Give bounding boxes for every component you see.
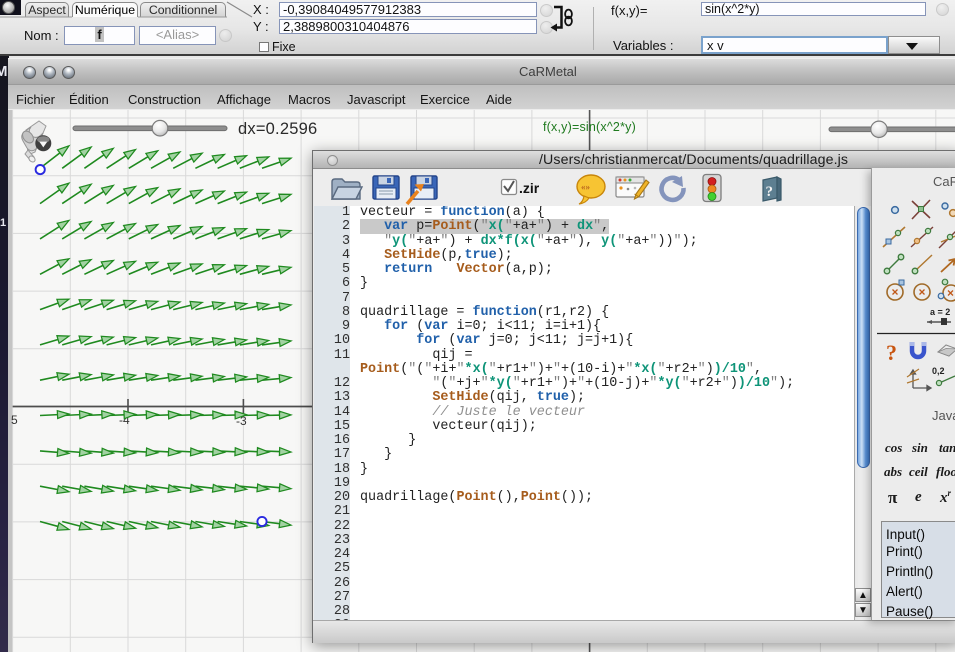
svg-text:0,2: 0,2: [932, 366, 945, 376]
svg-text:?: ?: [886, 340, 897, 365]
svg-text:a = 2: a = 2: [930, 307, 950, 317]
